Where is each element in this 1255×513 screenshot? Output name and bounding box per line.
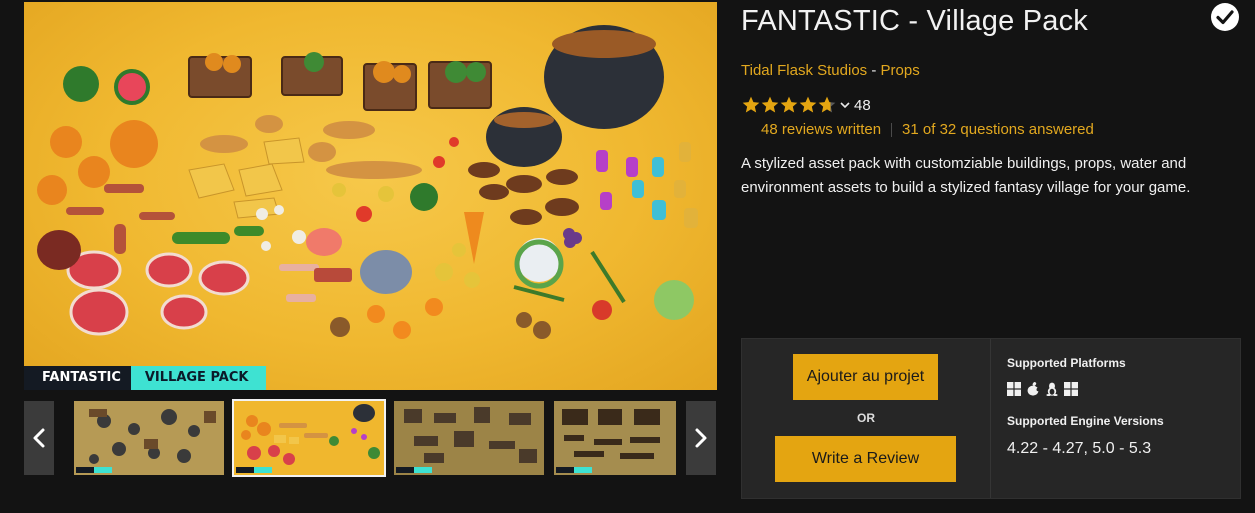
windows-icon: [1007, 382, 1021, 396]
thumbnail-3-artwork: [396, 407, 537, 473]
chevron-left-icon: [33, 428, 45, 448]
thumbnail-3[interactable]: [394, 401, 544, 475]
platform-icons: [1007, 382, 1078, 396]
star-rating: [741, 95, 836, 115]
byline-separator: -: [867, 62, 881, 79]
badge-pack: VILLAGE PACK: [130, 366, 267, 390]
star-icon: [780, 96, 798, 113]
hero-image[interactable]: FANTASTIC VILLAGE PACK: [24, 2, 717, 390]
engine-versions: 4.22 - 4.27, 5.0 - 5.3: [1007, 440, 1152, 457]
star-half-icon: [818, 96, 836, 113]
add-to-project-button[interactable]: Ajouter au projet: [793, 354, 938, 400]
hero-artwork: [37, 25, 698, 339]
panel-divider: [990, 339, 991, 498]
purchase-panel: Ajouter au projet OR Write a Review Supp…: [741, 338, 1241, 499]
reviews-divider: [891, 123, 893, 137]
next-image-button[interactable]: [686, 401, 716, 475]
star-icon: [799, 96, 817, 113]
reviews-link[interactable]: 48 reviews written: [761, 121, 881, 138]
thumbnail-1[interactable]: [74, 401, 224, 475]
product-description: A stylized asset pack with customziable …: [741, 155, 1191, 196]
thumbnail-1-artwork: [76, 409, 216, 473]
supported-engine-heading: Supported Engine Versions: [1007, 414, 1164, 428]
previous-image-button[interactable]: [24, 401, 54, 475]
check-circle-icon: [1211, 3, 1239, 31]
linux-icon: [1045, 382, 1059, 396]
byline: Tidal Flask Studios - Props: [741, 62, 920, 79]
or-label: OR: [857, 411, 875, 425]
product-title: FANTASTIC - Village Pack: [741, 5, 1088, 37]
rating-count: 48: [854, 96, 871, 114]
rating-summary[interactable]: 48: [741, 95, 871, 115]
category-link[interactable]: Props: [881, 62, 920, 79]
star-icon: [742, 96, 760, 113]
thumbnail-4[interactable]: [554, 401, 676, 475]
write-review-button[interactable]: Write a Review: [775, 436, 956, 482]
badge-brand: FANTASTIC: [24, 366, 131, 390]
check-mark: [1216, 10, 1234, 25]
thumbnail-strip: [24, 399, 717, 477]
reviews-line: 48 reviews written 31 of 32 questions an…: [761, 121, 1094, 138]
star-icon: [761, 96, 779, 113]
thumbnail-4-artwork: [556, 409, 660, 473]
chevron-down-icon[interactable]: [840, 101, 850, 109]
seller-link[interactable]: Tidal Flask Studios: [741, 62, 867, 79]
thumbnail-2-selected[interactable]: [232, 399, 386, 477]
supported-platforms-heading: Supported Platforms: [1007, 356, 1126, 370]
windows-icon: [1064, 382, 1078, 396]
questions-link[interactable]: 31 of 32 questions answered: [902, 121, 1094, 138]
apple-icon: [1026, 382, 1041, 396]
thumbnail-2-artwork: [236, 404, 380, 473]
hero-badge: FANTASTIC VILLAGE PACK: [24, 366, 267, 390]
chevron-right-icon: [695, 428, 707, 448]
